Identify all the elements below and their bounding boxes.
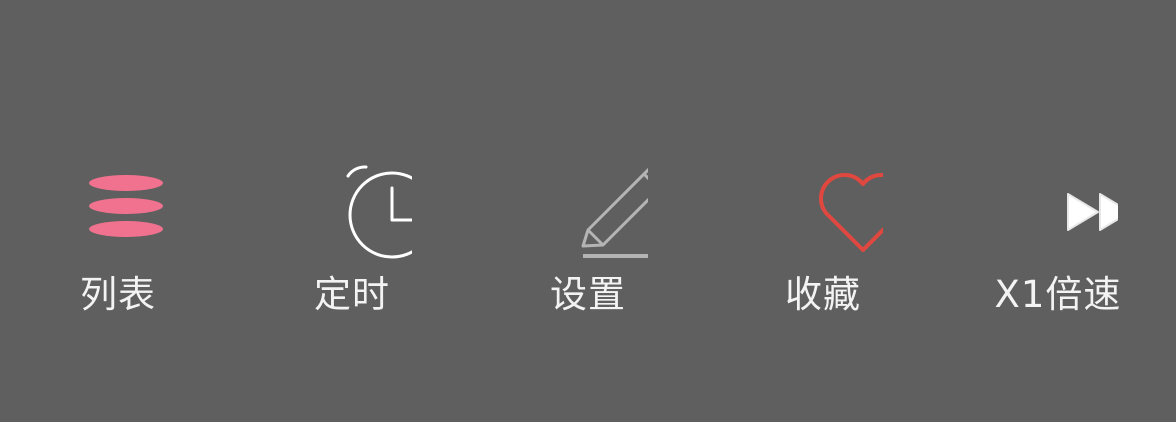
list-label: 列表 [80,273,156,316]
favorite-button[interactable]: 收藏 [723,150,923,340]
heart-icon [763,158,883,268]
list-icon [58,158,178,268]
settings-label: 设置 [550,273,626,316]
playback-speed-button[interactable]: X1倍速 [958,150,1158,340]
settings-button[interactable]: 设置 [488,150,688,340]
fast-forward-icon [998,158,1118,268]
list-button[interactable]: 列表 [18,150,218,340]
alarm-clock-icon [292,158,412,268]
timer-label: 定时 [314,273,390,316]
bottom-toolbar: 列表 定时 设置 收藏 X1倍速 [0,0,1176,422]
favorite-label: 收藏 [785,273,861,316]
timer-button[interactable]: 定时 [252,150,452,340]
playback-speed-label: X1倍速 [994,273,1122,316]
pencil-icon [528,158,648,268]
